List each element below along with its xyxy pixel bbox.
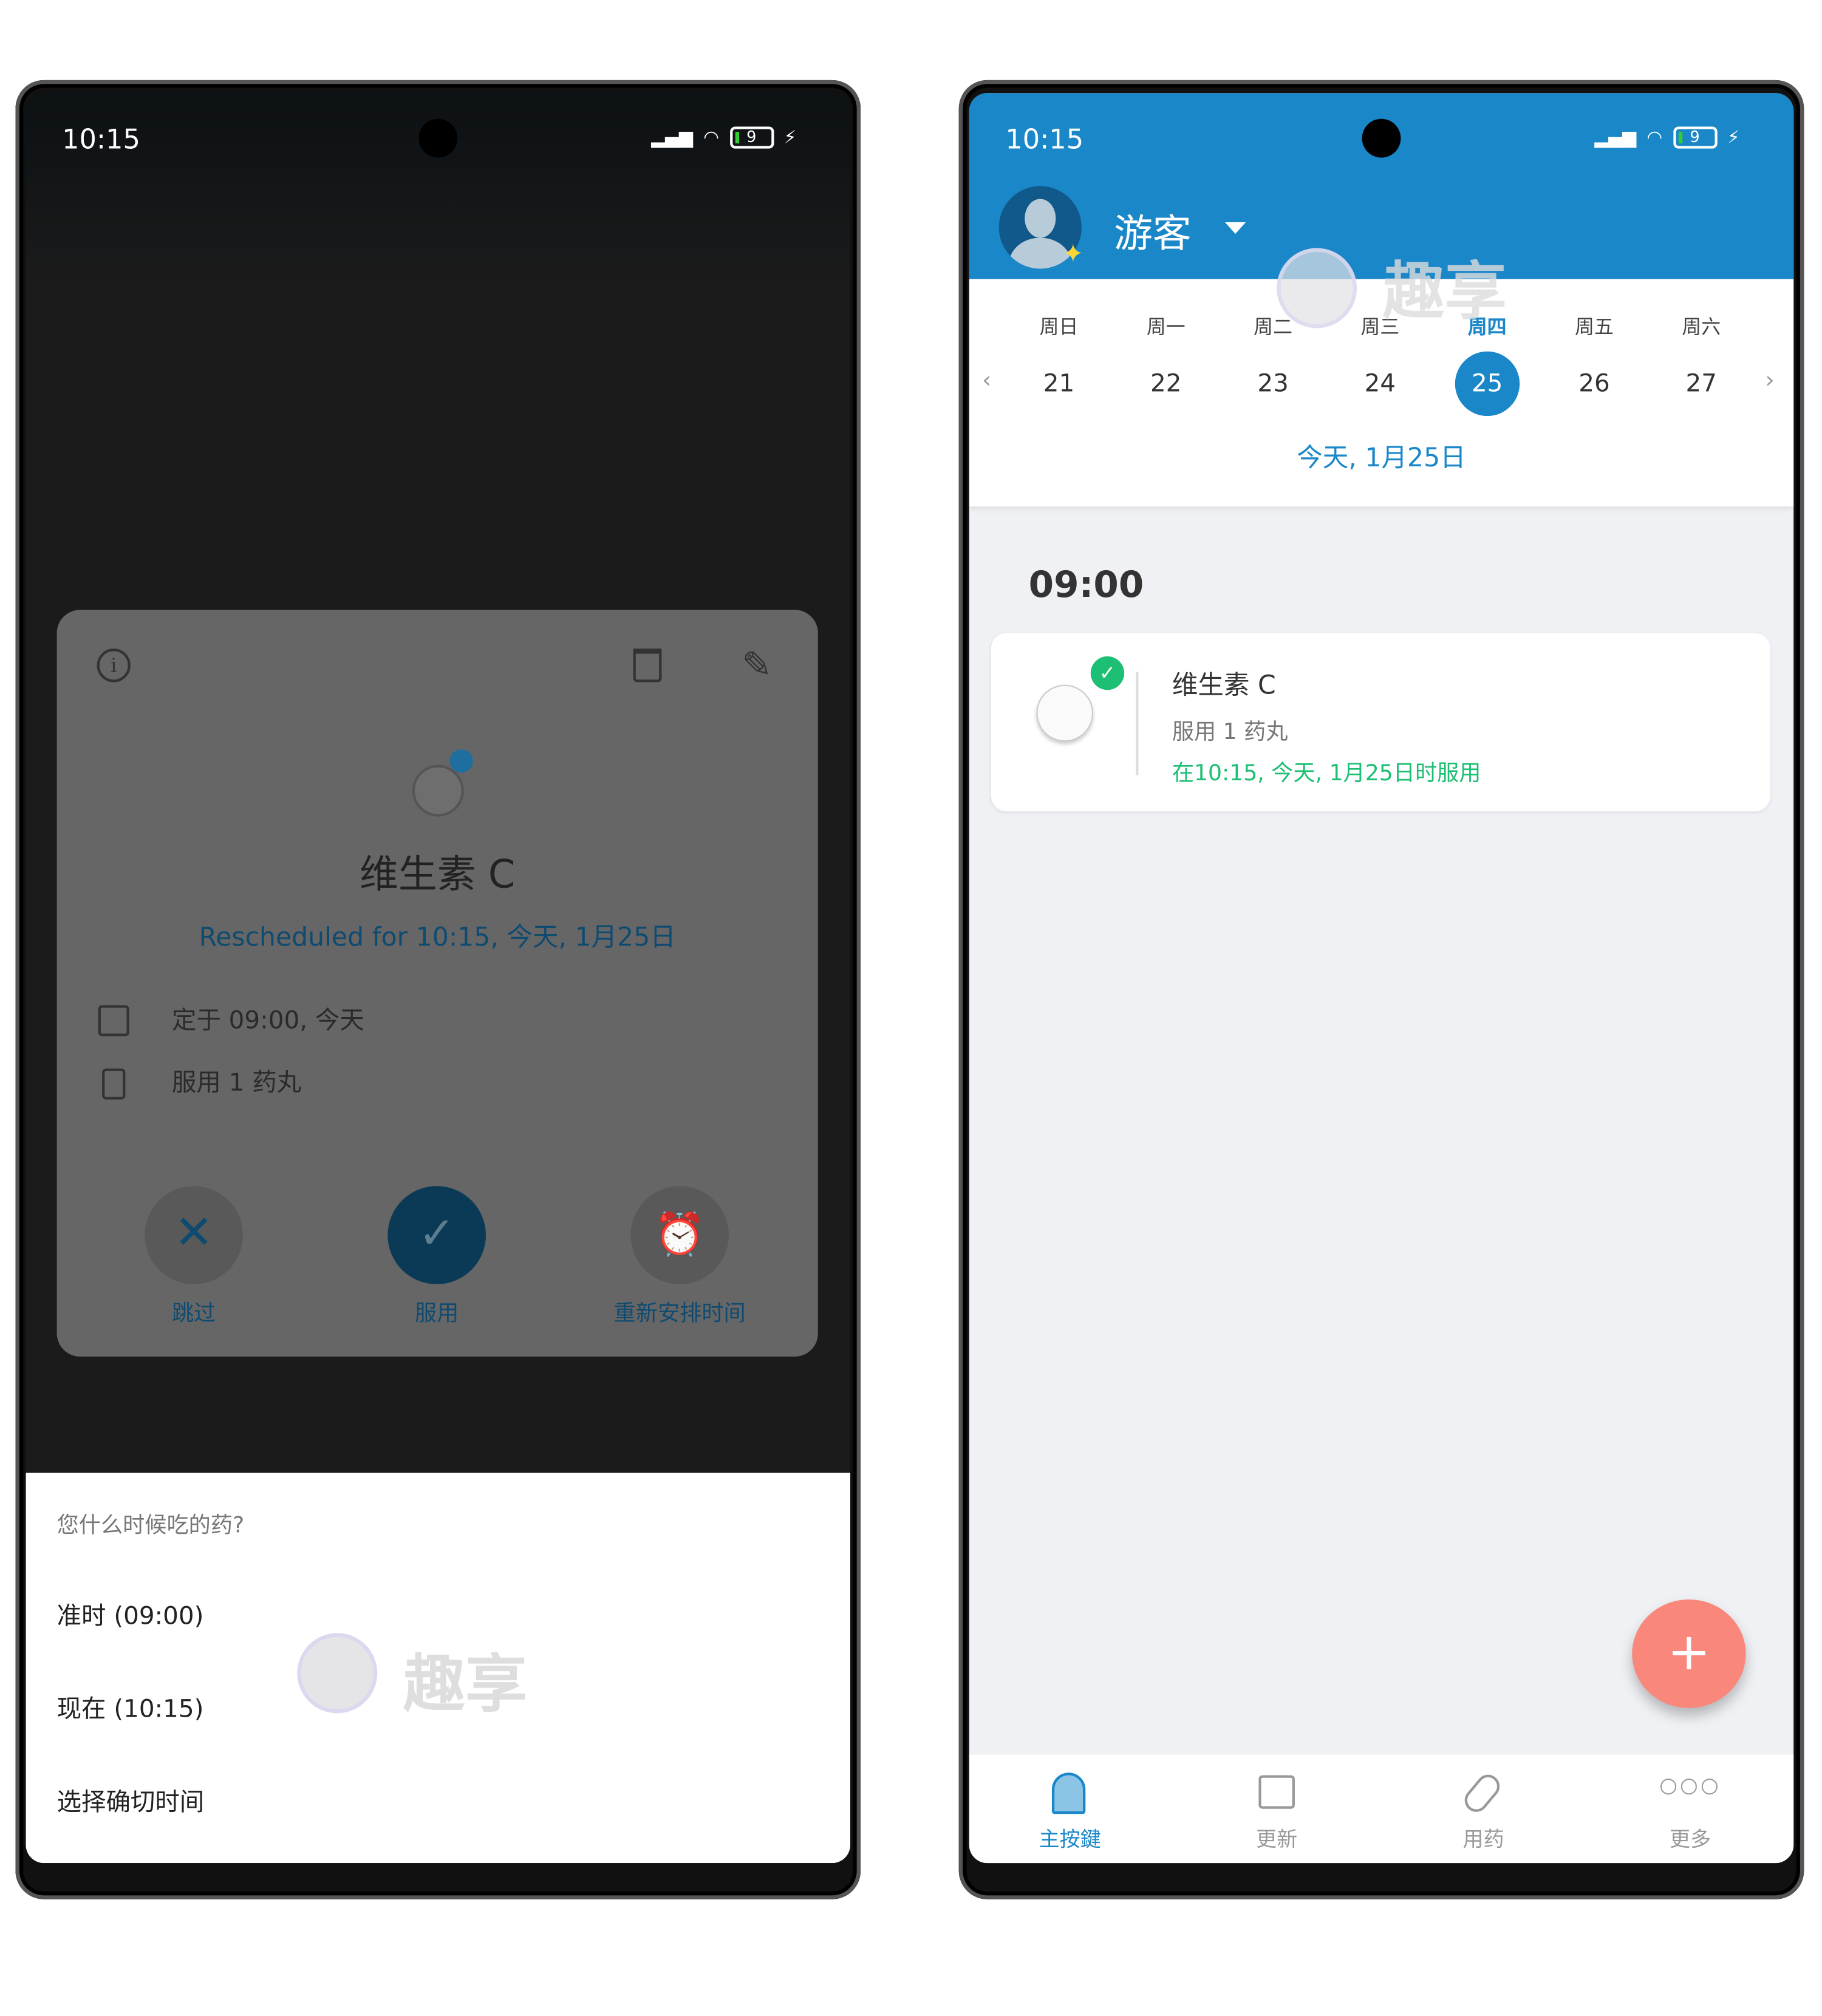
next-week-icon[interactable]: › bbox=[1765, 367, 1774, 394]
left-phone-screen: 10:15 ▂▄▆ ◠ 9 ⚡ i ✎ 维生素 C Rescheduled for … bbox=[26, 93, 851, 1864]
battery-icon: 9 bbox=[1673, 126, 1717, 149]
battery-icon: 9 bbox=[729, 126, 774, 149]
take-label: 服用 bbox=[414, 1301, 459, 1327]
wifi-icon: ◠ bbox=[703, 127, 720, 148]
add-medication-fab[interactable]: + bbox=[1632, 1599, 1746, 1708]
info-icon[interactable]: i bbox=[97, 649, 131, 683]
weekday-label: 周五 bbox=[1575, 315, 1614, 339]
take-button[interactable]: ✓ bbox=[387, 1186, 486, 1284]
medication-detail-card: i ✎ 维生素 C Rescheduled for 10:15, 今天, 1月2… bbox=[56, 610, 818, 1357]
taken-check-icon: ✓ bbox=[1090, 656, 1125, 690]
time-taken-sheet: 您什么时候吃的药? 准时 (09:00) 现在 (10:15) 选择确切时间 趣… bbox=[26, 1473, 851, 1864]
user-name[interactable]: 游客 bbox=[1114, 202, 1192, 259]
medication-name: 维生素 C bbox=[1172, 669, 1276, 701]
scheduled-text: 定于 09:00, 今天 bbox=[171, 1006, 364, 1035]
date-cell[interactable]: 25 bbox=[1455, 351, 1520, 417]
wifi-icon: ◠ bbox=[1646, 127, 1663, 148]
nav-home[interactable]: 主按鍵 bbox=[1018, 1754, 1122, 1863]
watermark-text: 趣享 bbox=[1382, 256, 1507, 329]
edit-icon[interactable]: ✎ bbox=[742, 644, 772, 686]
camera bbox=[1362, 118, 1401, 158]
signal-icon: ▂▄▆ bbox=[651, 127, 694, 148]
date-cell[interactable]: 22 bbox=[1134, 352, 1198, 416]
option-now[interactable]: 现在 (10:15) bbox=[57, 1690, 204, 1725]
status-icons: ▂▄▆ ◠ 9 ⚡ bbox=[1594, 126, 1740, 149]
rescheduled-text: Rescheduled for 10:15, 今天, 1月25日 bbox=[199, 921, 676, 953]
weekday-label: 周日 bbox=[1039, 315, 1079, 339]
sheet-question: 您什么时候吃的药? bbox=[56, 1513, 245, 1539]
pill-image bbox=[412, 765, 464, 817]
pill-icon bbox=[1459, 1769, 1505, 1817]
right-phone-screen: 10:15 ▂▄▆ ◠ 9 ⚡ ✦ 游客 周日 周一 周二 周三 周四 周五 周六 ‹ 21 22… bbox=[969, 93, 1794, 1864]
camera bbox=[418, 118, 458, 158]
watermark-text: 趣享 bbox=[403, 1648, 528, 1721]
charging-icon: ⚡ bbox=[783, 127, 797, 148]
status-icons: ▂▄▆ ◠ 9 ⚡ bbox=[651, 126, 797, 149]
nav-more[interactable]: ○○○ 更多 bbox=[1639, 1754, 1742, 1863]
calendar-strip: 周日 周一 周二 周三 周四 周五 周六 ‹ 21 22 23 24 25 26 27 › 今天, 1月… bbox=[969, 279, 1794, 507]
today-label: 今天, 1月25日 bbox=[1297, 441, 1466, 473]
nav-updates[interactable]: 更新 bbox=[1225, 1754, 1328, 1863]
home-icon bbox=[1051, 1773, 1086, 1814]
dose-text: 服用 1 药丸 bbox=[171, 1068, 302, 1097]
watermark-logo bbox=[297, 1633, 378, 1714]
bottom-nav: 主按鍵 更新 用药 ○○○ 更多 bbox=[969, 1754, 1794, 1864]
nav-medications[interactable]: 用药 bbox=[1431, 1754, 1535, 1863]
more-icon: ○○○ bbox=[1659, 1773, 1721, 1797]
watermark-logo bbox=[1277, 248, 1357, 329]
charging-icon: ⚡ bbox=[1727, 127, 1740, 148]
star-icon: ✦ bbox=[1062, 237, 1084, 269]
date-cell[interactable]: 27 bbox=[1669, 352, 1733, 416]
pill-image bbox=[1036, 684, 1094, 742]
reschedule-label: 重新安排时间 bbox=[613, 1301, 746, 1327]
clock-badge-icon bbox=[449, 749, 473, 773]
signal-icon: ▂▄▆ bbox=[1594, 127, 1637, 148]
reschedule-button[interactable]: ⏰ bbox=[630, 1186, 729, 1284]
date-cell[interactable]: 21 bbox=[1026, 352, 1091, 416]
date-cell[interactable]: 24 bbox=[1348, 352, 1412, 416]
taken-status: 在10:15, 今天, 1月25日时服用 bbox=[1172, 761, 1481, 787]
skip-button[interactable]: ✕ bbox=[145, 1186, 244, 1284]
calendar-icon bbox=[98, 1005, 129, 1037]
medication-list-item[interactable]: ✓ 维生素 C 服用 1 药丸 在10:15, 今天, 1月25日时服用 bbox=[991, 633, 1770, 812]
date-cell[interactable]: 23 bbox=[1241, 352, 1305, 416]
option-on-time[interactable]: 准时 (09:00) bbox=[57, 1597, 204, 1632]
status-time: 10:15 bbox=[62, 124, 140, 155]
news-icon bbox=[1258, 1775, 1295, 1809]
skip-label: 跳过 bbox=[171, 1301, 216, 1327]
trash-icon[interactable] bbox=[633, 649, 662, 683]
weekday-label: 周六 bbox=[1682, 315, 1721, 339]
medication-title: 维生素 C bbox=[360, 853, 516, 898]
status-time: 10:15 bbox=[1005, 124, 1084, 155]
option-exact-time[interactable]: 选择确切时间 bbox=[57, 1783, 205, 1817]
medication-dose: 服用 1 药丸 bbox=[1172, 720, 1288, 746]
weekday-label: 周一 bbox=[1146, 315, 1186, 339]
prev-week-icon[interactable]: ‹ bbox=[982, 367, 991, 394]
user-dropdown-icon[interactable] bbox=[1225, 222, 1246, 234]
dose-info-icon bbox=[102, 1068, 126, 1100]
slot-time: 09:00 bbox=[1028, 563, 1144, 606]
date-cell[interactable]: 26 bbox=[1562, 352, 1626, 416]
